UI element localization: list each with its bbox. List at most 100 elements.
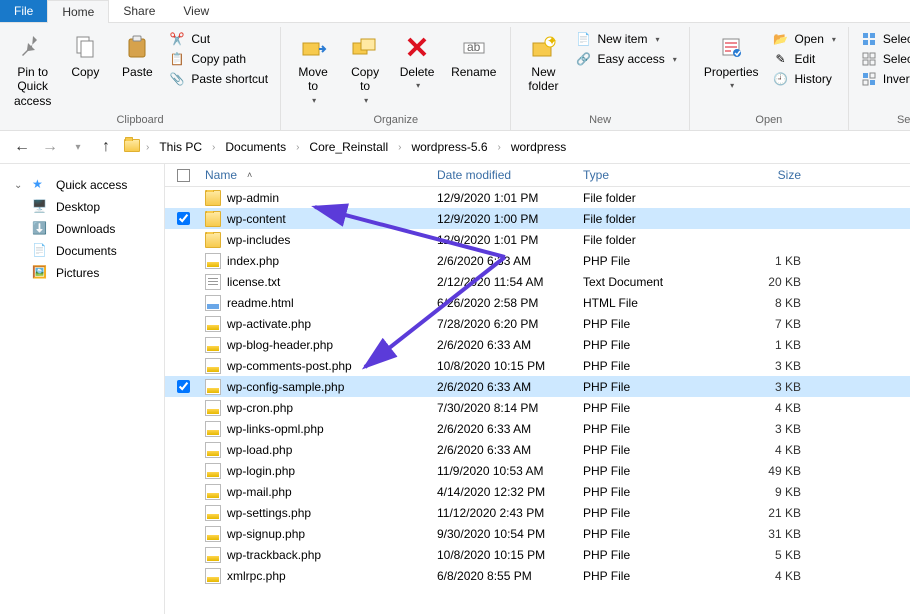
group-label-clipboard: Clipboard — [116, 112, 163, 128]
tab-home[interactable]: Home — [47, 0, 109, 23]
forward-button[interactable]: → — [40, 137, 60, 157]
table-row[interactable]: wp-includes12/9/2020 1:01 PMFile folder — [165, 229, 910, 250]
copy-button[interactable]: Copy — [61, 27, 109, 83]
paste-button[interactable]: Paste — [113, 27, 161, 83]
breadcrumb-item[interactable]: wordpress-5.6 — [407, 138, 491, 156]
folder-icon — [205, 211, 221, 227]
table-row[interactable]: wp-content12/9/2020 1:00 PMFile folder — [165, 208, 910, 229]
tab-share[interactable]: Share — [109, 0, 169, 22]
file-date: 11/9/2020 10:53 AM — [437, 464, 583, 478]
new-item-button[interactable]: 📄New item▾ — [571, 29, 680, 49]
file-size: 3 KB — [731, 359, 821, 373]
file-date: 2/6/2020 6:33 AM — [437, 338, 583, 352]
tab-view[interactable]: View — [169, 0, 223, 22]
paste-shortcut-button[interactable]: 📎Paste shortcut — [165, 69, 272, 89]
row-checkbox[interactable] — [177, 212, 190, 225]
file-date: 2/6/2020 6:33 AM — [437, 422, 583, 436]
table-row[interactable]: wp-blog-header.php2/6/2020 6:33 AMPHP Fi… — [165, 334, 910, 355]
table-row[interactable]: wp-cron.php7/30/2020 8:14 PMPHP File4 KB — [165, 397, 910, 418]
up-button[interactable]: ↑ — [96, 137, 116, 157]
file-date: 4/14/2020 12:32 PM — [437, 485, 583, 499]
table-row[interactable]: wp-load.php2/6/2020 6:33 AMPHP File4 KB — [165, 439, 910, 460]
table-row[interactable]: wp-login.php11/9/2020 10:53 AMPHP File49… — [165, 460, 910, 481]
history-button[interactable]: 🕘History — [769, 69, 840, 89]
select-all-button[interactable]: Select all — [857, 29, 910, 49]
php-icon — [205, 379, 221, 395]
delete-button[interactable]: Delete▾ — [393, 27, 441, 94]
file-type: PHP File — [583, 569, 731, 583]
table-row[interactable]: wp-activate.php7/28/2020 6:20 PMPHP File… — [165, 313, 910, 334]
tab-file[interactable]: File — [0, 0, 47, 22]
table-row[interactable]: wp-mail.php4/14/2020 12:32 PMPHP File9 K… — [165, 481, 910, 502]
file-name: wp-admin — [227, 191, 279, 205]
breadcrumb-item[interactable]: This PC — [155, 138, 206, 156]
file-name: wp-links-opml.php — [227, 422, 324, 436]
row-checkbox[interactable] — [177, 380, 190, 393]
table-row[interactable]: xmlrpc.php6/8/2020 8:55 PMPHP File4 KB — [165, 565, 910, 586]
copy-to-button[interactable]: Copy to▾ — [341, 27, 389, 109]
move-to-button[interactable]: Move to▾ — [289, 27, 337, 109]
table-row[interactable]: wp-links-opml.php2/6/2020 6:33 AMPHP Fil… — [165, 418, 910, 439]
select-none-button[interactable]: Select none — [857, 49, 910, 69]
file-size: 4 KB — [731, 401, 821, 415]
ribbon-group-open: Properties▾ 📂Open▾ ✎Edit 🕘History Open — [690, 27, 849, 130]
easy-access-button[interactable]: 🔗Easy access▾ — [571, 49, 680, 69]
edit-button[interactable]: ✎Edit — [769, 49, 840, 69]
file-type: PHP File — [583, 380, 731, 394]
select-all-checkbox[interactable] — [177, 169, 190, 182]
open-icon: 📂 — [773, 31, 789, 47]
chevron-right-icon: › — [146, 142, 149, 153]
ribbon-tabs: File Home Share View — [0, 0, 910, 23]
file-name: wp-cron.php — [227, 401, 293, 415]
file-type: PHP File — [583, 317, 731, 331]
invert-selection-button[interactable]: Invert selection — [857, 69, 910, 89]
file-date: 9/30/2020 10:54 PM — [437, 527, 583, 541]
table-row[interactable]: wp-trackback.php10/8/2020 10:15 PMPHP Fi… — [165, 544, 910, 565]
rename-icon: ab — [458, 31, 490, 63]
copy-to-icon — [349, 31, 381, 63]
invert-selection-icon — [861, 71, 877, 87]
breadcrumb-item[interactable]: Documents — [221, 138, 290, 156]
table-row[interactable]: wp-config-sample.php2/6/2020 6:33 AMPHP … — [165, 376, 910, 397]
sidebar-item-desktop[interactable]: 🖥️ Desktop — [8, 196, 156, 218]
back-button[interactable]: ← — [12, 137, 32, 157]
breadcrumb[interactable]: › This PC› Documents› Core_Reinstall› wo… — [124, 138, 898, 156]
table-row[interactable]: wp-admin12/9/2020 1:01 PMFile folder — [165, 187, 910, 208]
copy-path-button[interactable]: 📋Copy path — [165, 49, 272, 69]
sidebar-item-quick-access[interactable]: ⌄ ★ Quick access — [8, 174, 156, 196]
breadcrumb-item[interactable]: wordpress — [507, 138, 570, 156]
sidebar-item-documents[interactable]: 📄 Documents — [8, 240, 156, 262]
column-header-name[interactable]: Name˄ — [201, 168, 437, 182]
file-size: 20 KB — [731, 275, 821, 289]
file-name: wp-settings.php — [227, 506, 311, 520]
group-label-select: Select — [897, 112, 910, 128]
file-name: license.txt — [227, 275, 280, 289]
table-row[interactable]: index.php2/6/2020 6:33 AMPHP File1 KB — [165, 250, 910, 271]
php-icon — [205, 358, 221, 374]
column-header-size[interactable]: Size — [731, 168, 821, 182]
properties-icon — [715, 31, 747, 63]
sidebar-item-pictures[interactable]: 🖼️ Pictures — [8, 262, 156, 284]
cut-button[interactable]: ✂️Cut — [165, 29, 272, 49]
delete-icon — [401, 31, 433, 63]
table-row[interactable]: wp-signup.php9/30/2020 10:54 PMPHP File3… — [165, 523, 910, 544]
sidebar-item-label: Quick access — [56, 178, 127, 192]
column-header-date[interactable]: Date modified — [437, 168, 583, 182]
group-label-organize: Organize — [373, 112, 418, 128]
new-folder-button[interactable]: ✦ New folder — [519, 27, 567, 98]
pin-to-quick-access-button[interactable]: Pin to Quick access — [8, 27, 57, 112]
php-icon — [205, 505, 221, 521]
file-name: wp-mail.php — [227, 485, 292, 499]
column-header-type[interactable]: Type — [583, 168, 731, 182]
table-row[interactable]: wp-comments-post.php10/8/2020 10:15 PMPH… — [165, 355, 910, 376]
open-button[interactable]: 📂Open▾ — [769, 29, 840, 49]
table-row[interactable]: wp-settings.php11/12/2020 2:43 PMPHP Fil… — [165, 502, 910, 523]
table-row[interactable]: readme.html6/26/2020 2:58 PMHTML File8 K… — [165, 292, 910, 313]
sidebar-item-downloads[interactable]: ⬇️ Downloads — [8, 218, 156, 240]
rename-button[interactable]: ab Rename — [445, 27, 502, 83]
file-size: 9 KB — [731, 485, 821, 499]
recent-locations-button[interactable]: ▾ — [68, 137, 88, 157]
breadcrumb-item[interactable]: Core_Reinstall — [305, 138, 392, 156]
properties-button[interactable]: Properties▾ — [698, 27, 765, 94]
table-row[interactable]: license.txt2/12/2020 11:54 AMText Docume… — [165, 271, 910, 292]
